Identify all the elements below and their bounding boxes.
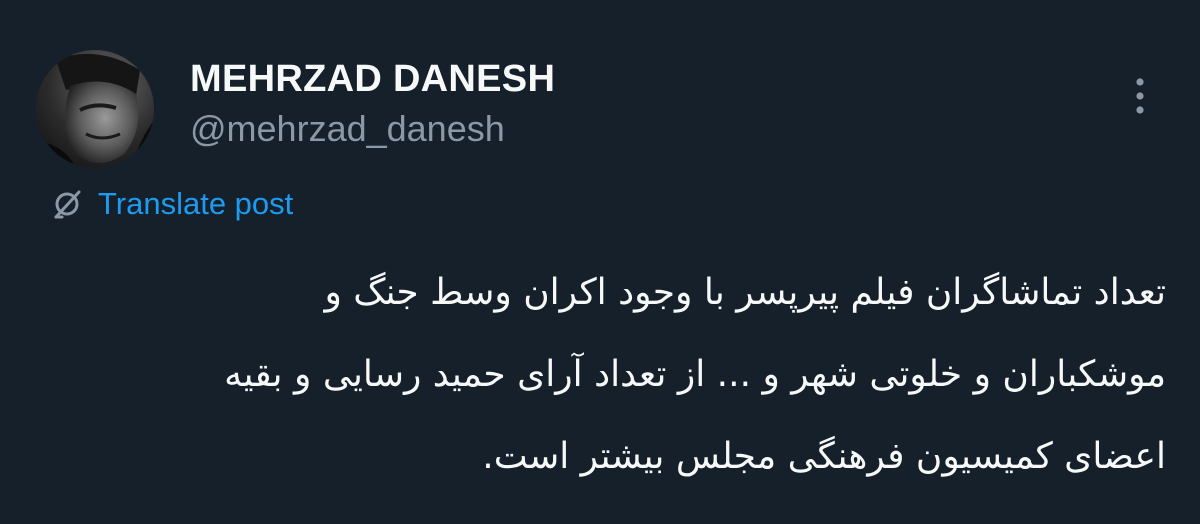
user-handle[interactable]: @mehrzad_danesh [190, 108, 505, 150]
avatar-photo-icon [36, 50, 154, 168]
post-text-line: تعداد تماشاگران فیلم پیرپسر با وجود اکرا… [324, 272, 1166, 313]
tweet-card: MEHRZAD DANESH @mehrzad_danesh Translate… [0, 0, 1200, 524]
post-text-line: اعضای کمیسیون فرهنگی مجلس بیشتر است. [482, 436, 1166, 477]
translate-post-button[interactable]: Translate post [50, 184, 293, 224]
post-text: تعداد تماشاگران فیلم پیرپسر با وجود اکرا… [46, 252, 1166, 498]
display-name[interactable]: MEHRZAD DANESH [190, 58, 555, 101]
more-vertical-icon [1136, 78, 1144, 114]
translate-globe-icon [54, 190, 81, 219]
avatar[interactable] [36, 50, 154, 168]
post-text-line: موشکباران و خلوتی شهر و ... از تعداد آرا… [224, 354, 1166, 395]
more-options-button[interactable] [1124, 74, 1156, 118]
translate-post-label: Translate post [98, 186, 294, 221]
